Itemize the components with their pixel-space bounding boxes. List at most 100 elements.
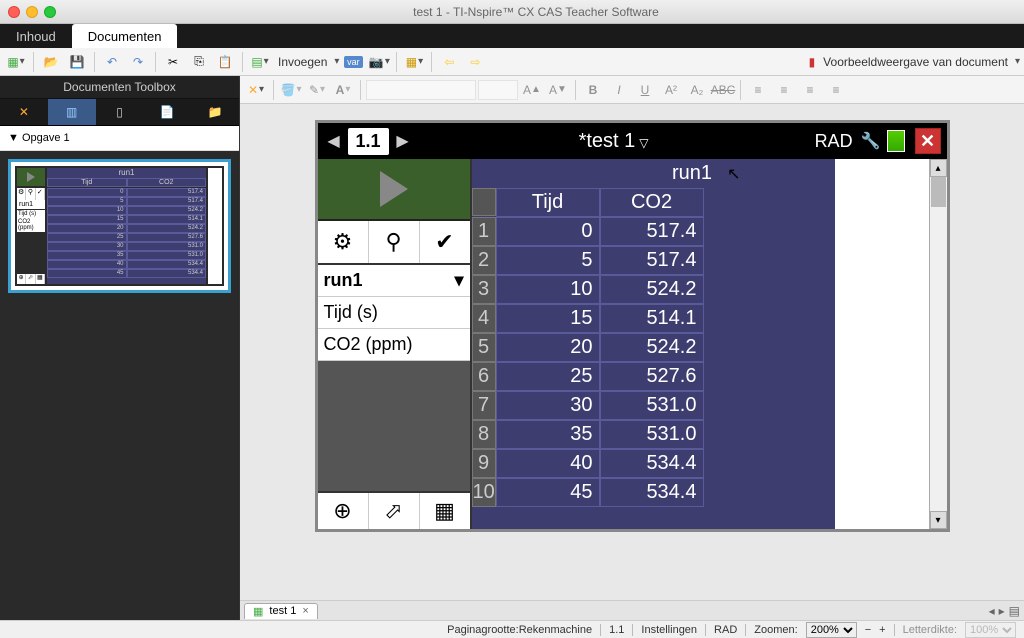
- cut-button[interactable]: ✂: [161, 51, 185, 73]
- italic-button[interactable]: I: [607, 79, 631, 101]
- cell-co2[interactable]: 514.1: [600, 304, 704, 333]
- variable-tijd[interactable]: Tijd (s): [318, 297, 470, 329]
- scroll-down-button[interactable]: ▾: [930, 511, 947, 529]
- new-doc-button[interactable]: ▦▾: [4, 51, 28, 73]
- increase-font-button[interactable]: A▲: [520, 79, 544, 101]
- minimize-window-button[interactable]: [26, 6, 38, 18]
- tab-list-button[interactable]: ▤: [1009, 604, 1020, 618]
- settings-link[interactable]: Instellingen: [641, 624, 697, 636]
- page-layout-button[interactable]: ▤▾: [248, 51, 272, 73]
- check-icon[interactable]: ✔: [420, 221, 470, 263]
- cell-co2[interactable]: 524.2: [600, 275, 704, 304]
- table-row[interactable]: 5 20 524.2: [472, 333, 835, 362]
- underline-button[interactable]: U: [633, 79, 657, 101]
- table-row[interactable]: 6 25 527.6: [472, 362, 835, 391]
- scroll-thumb[interactable]: [931, 177, 946, 207]
- strike-button[interactable]: ABC: [711, 79, 735, 101]
- fill-color-button[interactable]: 🪣▾: [279, 79, 303, 101]
- cell-co2[interactable]: 524.2: [600, 333, 704, 362]
- tree-item-opgave[interactable]: ▼ Opgave 1: [4, 130, 235, 146]
- cell-co2[interactable]: 517.4: [600, 246, 704, 275]
- tab-documenten[interactable]: Documenten: [72, 24, 178, 48]
- prev-page-button[interactable]: ◀: [324, 131, 344, 151]
- subscript-button[interactable]: A₂: [685, 79, 709, 101]
- open-button[interactable]: 📂: [39, 51, 63, 73]
- cell-tijd[interactable]: 30: [496, 391, 600, 420]
- zoom-select[interactable]: 200%: [806, 622, 857, 638]
- table-row[interactable]: 8 35 531.0: [472, 420, 835, 449]
- sidebar-tab-tools[interactable]: ✕: [0, 99, 48, 125]
- table-row[interactable]: 9 40 534.4: [472, 449, 835, 478]
- font-size-input[interactable]: [478, 80, 518, 100]
- clock-icon[interactable]: ⊕: [318, 493, 369, 529]
- cell-tijd[interactable]: 15: [496, 304, 600, 333]
- cell-tijd[interactable]: 45: [496, 478, 600, 507]
- tab-inhoud[interactable]: Inhoud: [0, 24, 72, 48]
- sidebar-tab-pages[interactable]: ▥: [48, 99, 96, 125]
- align-right-button[interactable]: ≡: [798, 79, 822, 101]
- next-page-button[interactable]: ▶: [393, 131, 413, 151]
- vertical-scrollbar[interactable]: ▴ ▾: [929, 159, 947, 529]
- close-tab-icon[interactable]: ×: [302, 605, 308, 617]
- page-thumbnail[interactable]: run1 TijdCO2 ⚙⚲✓ run1 Tijd (s) CO2 (ppm)…: [8, 159, 231, 293]
- table-title[interactable]: run1↖: [472, 159, 835, 188]
- cell-co2[interactable]: 517.4: [600, 217, 704, 246]
- cell-tijd[interactable]: 5: [496, 246, 600, 275]
- screenshot-button[interactable]: 📷▾: [367, 51, 391, 73]
- sidebar-tab-3[interactable]: ▯: [96, 99, 144, 125]
- table-row[interactable]: 3 10 524.2: [472, 275, 835, 304]
- page-number-box[interactable]: 1.1: [348, 128, 389, 155]
- location-pin-icon[interactable]: ⚲: [369, 221, 420, 263]
- align-justify-button[interactable]: ≡: [824, 79, 848, 101]
- save-button[interactable]: 💾: [65, 51, 89, 73]
- variable-co2[interactable]: CO2 (ppm): [318, 329, 470, 361]
- cell-co2[interactable]: 531.0: [600, 420, 704, 449]
- cell-tijd[interactable]: 10: [496, 275, 600, 304]
- cell-co2[interactable]: 531.0: [600, 391, 704, 420]
- cell-tijd[interactable]: 0: [496, 217, 600, 246]
- sidebar-tab-4[interactable]: 📄: [143, 99, 191, 125]
- zoom-out-button[interactable]: −: [865, 624, 871, 636]
- forward-button[interactable]: ⇨: [463, 51, 487, 73]
- cell-tijd[interactable]: 25: [496, 362, 600, 391]
- scroll-up-button[interactable]: ▴: [930, 159, 947, 177]
- calculator-doc-title[interactable]: *test 1▽: [417, 130, 811, 153]
- text-color-button[interactable]: A▾: [331, 79, 355, 101]
- grid-button[interactable]: ▦▾: [402, 51, 426, 73]
- letter-select[interactable]: 100%: [965, 622, 1016, 638]
- sidebar-tab-5[interactable]: 📁: [191, 99, 239, 125]
- cell-co2[interactable]: 534.4: [600, 449, 704, 478]
- run-selector[interactable]: run1▾: [318, 265, 470, 297]
- close-icon[interactable]: ✕: [915, 128, 941, 154]
- cell-co2[interactable]: 527.6: [600, 362, 704, 391]
- cell-tijd[interactable]: 40: [496, 449, 600, 478]
- align-center-button[interactable]: ≡: [772, 79, 796, 101]
- column-header-tijd[interactable]: Tijd: [496, 188, 600, 217]
- cell-tijd[interactable]: 35: [496, 420, 600, 449]
- doc-tab-test1[interactable]: ▦ test 1 ×: [244, 603, 318, 619]
- play-button[interactable]: [318, 159, 470, 221]
- zoom-in-button[interactable]: +: [879, 624, 885, 636]
- maximize-window-button[interactable]: [44, 6, 56, 18]
- column-header-co2[interactable]: CO2: [600, 188, 704, 217]
- align-left-button[interactable]: ≡: [746, 79, 770, 101]
- table-row[interactable]: 7 30 531.0: [472, 391, 835, 420]
- undo-button[interactable]: ↶: [100, 51, 124, 73]
- graph-icon[interactable]: ⬀: [369, 493, 420, 529]
- bold-button[interactable]: B: [581, 79, 605, 101]
- superscript-button[interactable]: A²: [659, 79, 683, 101]
- table-row[interactable]: 1 0 517.4: [472, 217, 835, 246]
- line-color-button[interactable]: ✎▾: [305, 79, 329, 101]
- variable-button[interactable]: var: [341, 51, 365, 73]
- tools-menu-button[interactable]: ✕▾: [244, 79, 268, 101]
- table-icon[interactable]: ▦: [420, 493, 470, 529]
- tab-next-button[interactable]: ▸: [999, 604, 1005, 618]
- cell-tijd[interactable]: 20: [496, 333, 600, 362]
- table-row[interactable]: 10 45 534.4: [472, 478, 835, 507]
- tab-prev-button[interactable]: ◂: [989, 604, 995, 618]
- copy-button[interactable]: ⎘: [187, 51, 211, 73]
- settings-gear-icon[interactable]: ⚙: [318, 221, 369, 263]
- paste-button[interactable]: 📋: [213, 51, 237, 73]
- preview-dropdown[interactable]: Voorbeeldweergave van document: [819, 55, 1012, 69]
- close-window-button[interactable]: [8, 6, 20, 18]
